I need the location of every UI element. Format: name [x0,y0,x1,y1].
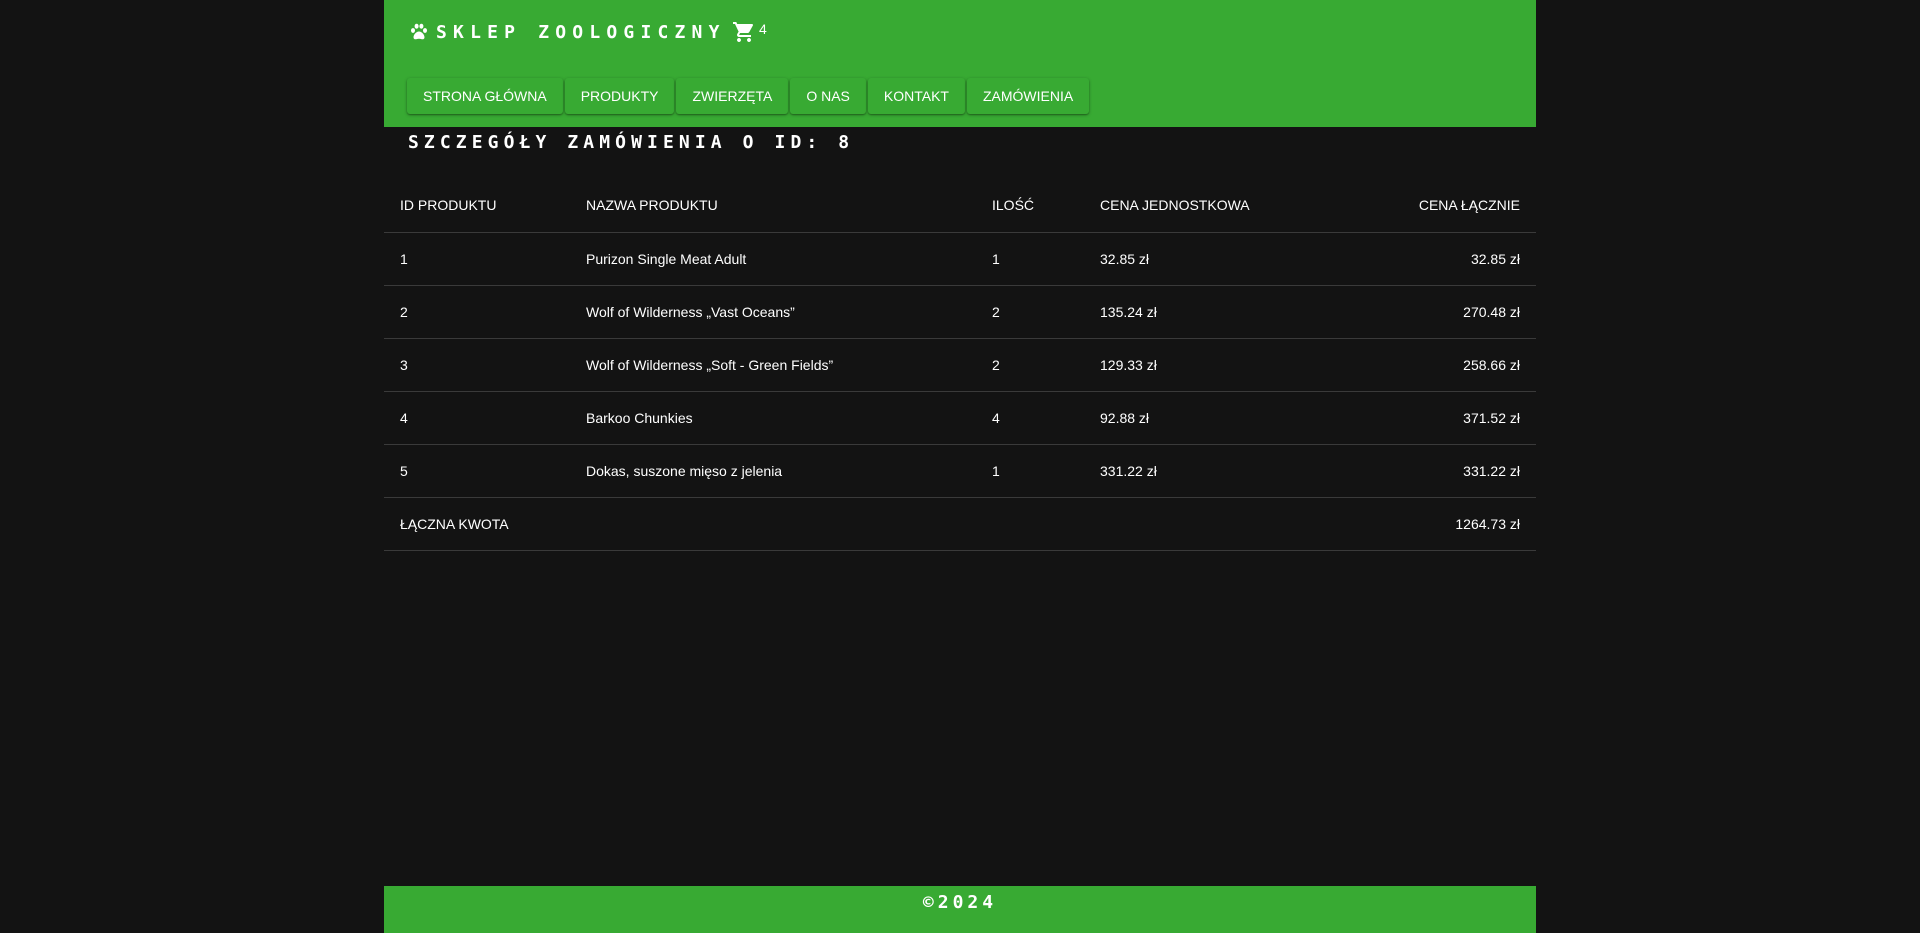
empty-cell [1084,497,1334,551]
cell-unit-price: 32.85 zł [1084,232,1334,286]
summary-row: ŁĄCZNA KWOTA 1264.73 zł [384,497,1536,551]
cart-button[interactable]: 4 [732,20,767,44]
cell-product-id: 4 [384,391,570,445]
nav-products-button[interactable]: PRODUKTY [564,78,675,114]
nav-orders-button[interactable]: ZAMÓWIENIA [966,78,1090,114]
cell-total-price: 270.48 zł [1334,285,1536,339]
column-header-product-id: ID PRODUKTU [384,178,570,233]
nav-home-button[interactable]: STRONA GŁÓWNA [407,78,563,114]
column-header-total-price: CENA ŁĄCZNIE [1334,178,1536,233]
cell-quantity: 2 [976,338,1084,392]
cell-product-id: 1 [384,232,570,286]
table-row: 1 Purizon Single Meat Adult 1 32.85 zł 3… [384,232,1536,286]
site-title: SKLEP ZOOLOGICZNY [436,21,726,43]
empty-cell [570,497,976,551]
table-header-row: ID PRODUKTU NAZWA PRODUKTU ILOŚĆ CENA JE… [384,178,1536,233]
cell-product-name: Dokas, suszone mięso z jelenia [570,444,976,498]
page-title: SZCZEGÓŁY ZAMÓWIENIA O ID: 8 [408,132,855,153]
cell-quantity: 2 [976,285,1084,339]
summary-label: ŁĄCZNA KWOTA [384,497,570,551]
cell-product-id: 3 [384,338,570,392]
page: SKLEP ZOOLOGICZNY 4 STRONA GŁÓWNA PRODUK… [384,0,1536,933]
table-row: 5 Dokas, suszone mięso z jelenia 1 331.2… [384,444,1536,498]
column-header-unit-price: CENA JEDNOSTKOWA [1084,178,1334,233]
cell-product-id: 2 [384,285,570,339]
copyright-text: ©2024 [922,892,998,913]
cell-total-price: 32.85 zł [1334,232,1536,286]
cell-unit-price: 129.33 zł [1084,338,1334,392]
paw-icon [409,22,429,42]
column-header-quantity: ILOŚĆ [976,178,1084,233]
table-row: 3 Wolf of Wilderness „Soft - Green Field… [384,338,1536,392]
table-row: 4 Barkoo Chunkies 4 92.88 zł 371.52 zł [384,391,1536,445]
cell-quantity: 4 [976,391,1084,445]
cell-unit-price: 135.24 zł [1084,285,1334,339]
order-details-table: ID PRODUKTU NAZWA PRODUKTU ILOŚĆ CENA JE… [384,178,1536,551]
cell-unit-price: 92.88 zł [1084,391,1334,445]
brand[interactable]: SKLEP ZOOLOGICZNY [409,20,726,44]
cart-icon [732,20,756,44]
nav-animals-button[interactable]: ZWIERZĘTA [676,78,789,114]
column-header-product-name: NAZWA PRODUKTU [570,178,976,233]
cell-product-name: Wolf of Wilderness „Soft - Green Fields” [570,338,976,392]
site-footer: ©2024 [384,886,1536,933]
nav-about-button[interactable]: O NAS [790,78,866,114]
cell-product-id: 5 [384,444,570,498]
main-nav: STRONA GŁÓWNA PRODUKTY ZWIERZĘTA O NAS K… [407,78,1090,114]
nav-contact-button[interactable]: KONTAKT [867,78,965,114]
cell-total-price: 258.66 zł [1334,338,1536,392]
cell-product-name: Wolf of Wilderness „Vast Oceans” [570,285,976,339]
cell-unit-price: 331.22 zł [1084,444,1334,498]
cell-product-name: Barkoo Chunkies [570,391,976,445]
cell-total-price: 371.52 zł [1334,391,1536,445]
empty-cell [976,497,1084,551]
cell-total-price: 331.22 zł [1334,444,1536,498]
cell-quantity: 1 [976,444,1084,498]
cell-quantity: 1 [976,232,1084,286]
site-header: SKLEP ZOOLOGICZNY 4 STRONA GŁÓWNA PRODUK… [384,0,1536,127]
cart-count-badge: 4 [759,21,767,37]
cell-product-name: Purizon Single Meat Adult [570,232,976,286]
summary-total: 1264.73 zł [1334,497,1536,551]
table-row: 2 Wolf of Wilderness „Vast Oceans” 2 135… [384,285,1536,339]
